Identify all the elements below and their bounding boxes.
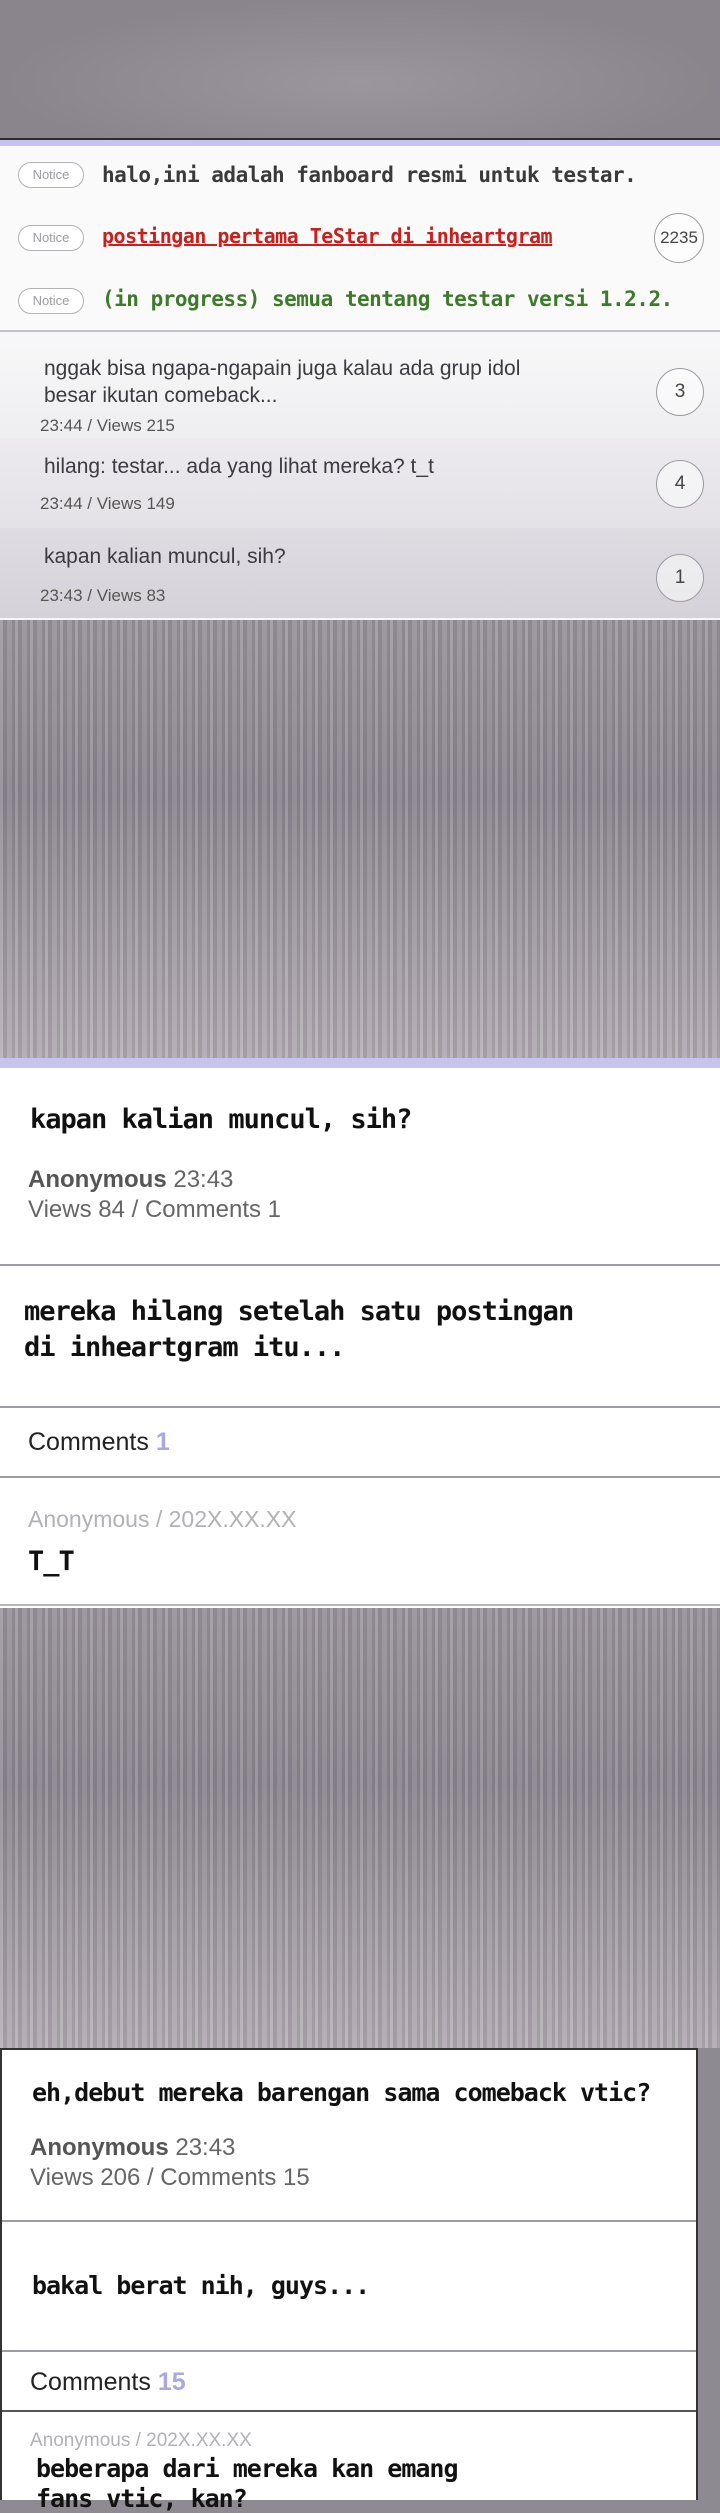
divider <box>2 2410 696 2412</box>
comment-author: Anonymous / 202X.XX.XX <box>30 2430 252 2451</box>
post-title[interactable]: hilang: testar... ada yang lihat mereka?… <box>44 454 434 480</box>
comment-text-continued: fans vtic, kan? <box>36 2484 248 2513</box>
post-row[interactable]: nggak bisa ngapa-ngapain juga kalau ada … <box>0 346 720 439</box>
comment-text: T_T <box>28 1546 75 1577</box>
notice-badge: Notice <box>18 288 84 314</box>
background-lower <box>0 1608 720 2048</box>
post-row[interactable]: kapan kalian muncul, sih? 23:43 / Views … <box>0 528 720 618</box>
background-middle <box>0 620 720 1060</box>
article-view: eh,debut mereka barengan sama comeback v… <box>0 2048 698 2513</box>
article-view: kapan kalian muncul, sih? Anonymous 23:4… <box>0 1058 720 1608</box>
comments-label: Comments <box>30 2368 151 2396</box>
comment-text: beberapa dari mereka kan emang <box>36 2454 459 2483</box>
background-top <box>0 0 720 138</box>
notice-badge: Notice <box>18 162 84 188</box>
article-stats: Views 84 / Comments 1 <box>28 1196 281 1223</box>
fanboard-list: Notice halo,ini adalah fanboard resmi un… <box>0 138 720 622</box>
post-meta: 23:44 / Views 215 <box>40 416 175 435</box>
notice-badge: Notice <box>18 225 84 251</box>
comment-count-badge: 1 <box>656 554 704 602</box>
divider <box>2 2220 696 2222</box>
comments-label: Comments <box>28 1428 149 1456</box>
divider <box>0 1604 720 1606</box>
notice-row[interactable]: Notice postingan pertama TeStar di inhea… <box>0 206 720 269</box>
author-name: Anonymous <box>30 2134 169 2161</box>
comment-count-badge: 4 <box>656 460 704 508</box>
comment-author: Anonymous / 202X.XX.XX <box>28 1506 297 1532</box>
post-meta: 23:43 / Views 83 <box>40 586 166 605</box>
divider <box>0 1476 720 1478</box>
comments-header: Comments 15 <box>30 2368 186 2397</box>
divider <box>0 1406 720 1408</box>
article-top-accent <box>0 1058 720 1068</box>
article-author-line: Anonymous 23:43 <box>28 1166 233 1194</box>
article-body-continued: di inheartgram itu... <box>24 1332 345 1363</box>
post-title[interactable]: nggak bisa ngapa-ngapain juga kalau ada … <box>44 356 520 382</box>
post-title-continued[interactable]: besar ikutan comeback... <box>44 383 277 409</box>
divider <box>2 2350 696 2352</box>
article-body: bakal berat nih, guys... <box>32 2271 370 2300</box>
notice-title[interactable]: postingan pertama TeStar di inheartgram <box>102 224 553 248</box>
post-time: 23:43 <box>173 1166 234 1193</box>
notice-title[interactable]: halo,ini adalah fanboard resmi untuk tes… <box>102 163 637 187</box>
comment-count-badge: 2235 <box>654 213 704 263</box>
post-row[interactable]: hilang: testar... ada yang lihat mereka?… <box>0 438 720 529</box>
comments-header: Comments 1 <box>28 1428 170 1457</box>
notice-row[interactable]: Notice (in progress) semua tentang testa… <box>0 268 720 332</box>
post-meta: 23:44 / Views 149 <box>40 494 175 513</box>
comments-count: 15 <box>157 2368 186 2396</box>
notice-row[interactable]: Notice halo,ini adalah fanboard resmi un… <box>0 146 720 207</box>
post-time: 23:43 <box>175 2134 236 2161</box>
divider <box>0 1264 720 1266</box>
article-title: kapan kalian muncul, sih? <box>30 1104 412 1135</box>
article-body: mereka hilang setelah satu postingan <box>24 1296 574 1327</box>
notice-title[interactable]: (in progress) semua tentang testar versi… <box>102 287 673 311</box>
article-stats: Views 206 / Comments 15 <box>30 2164 310 2191</box>
post-title[interactable]: kapan kalian muncul, sih? <box>44 544 286 570</box>
author-name: Anonymous <box>28 1166 167 1193</box>
comments-count: 1 <box>155 1428 170 1456</box>
article-author-line: Anonymous 23:43 <box>30 2134 235 2162</box>
comment-count-badge: 3 <box>656 368 704 416</box>
article-title: eh,debut mereka barengan sama comeback v… <box>32 2078 651 2107</box>
